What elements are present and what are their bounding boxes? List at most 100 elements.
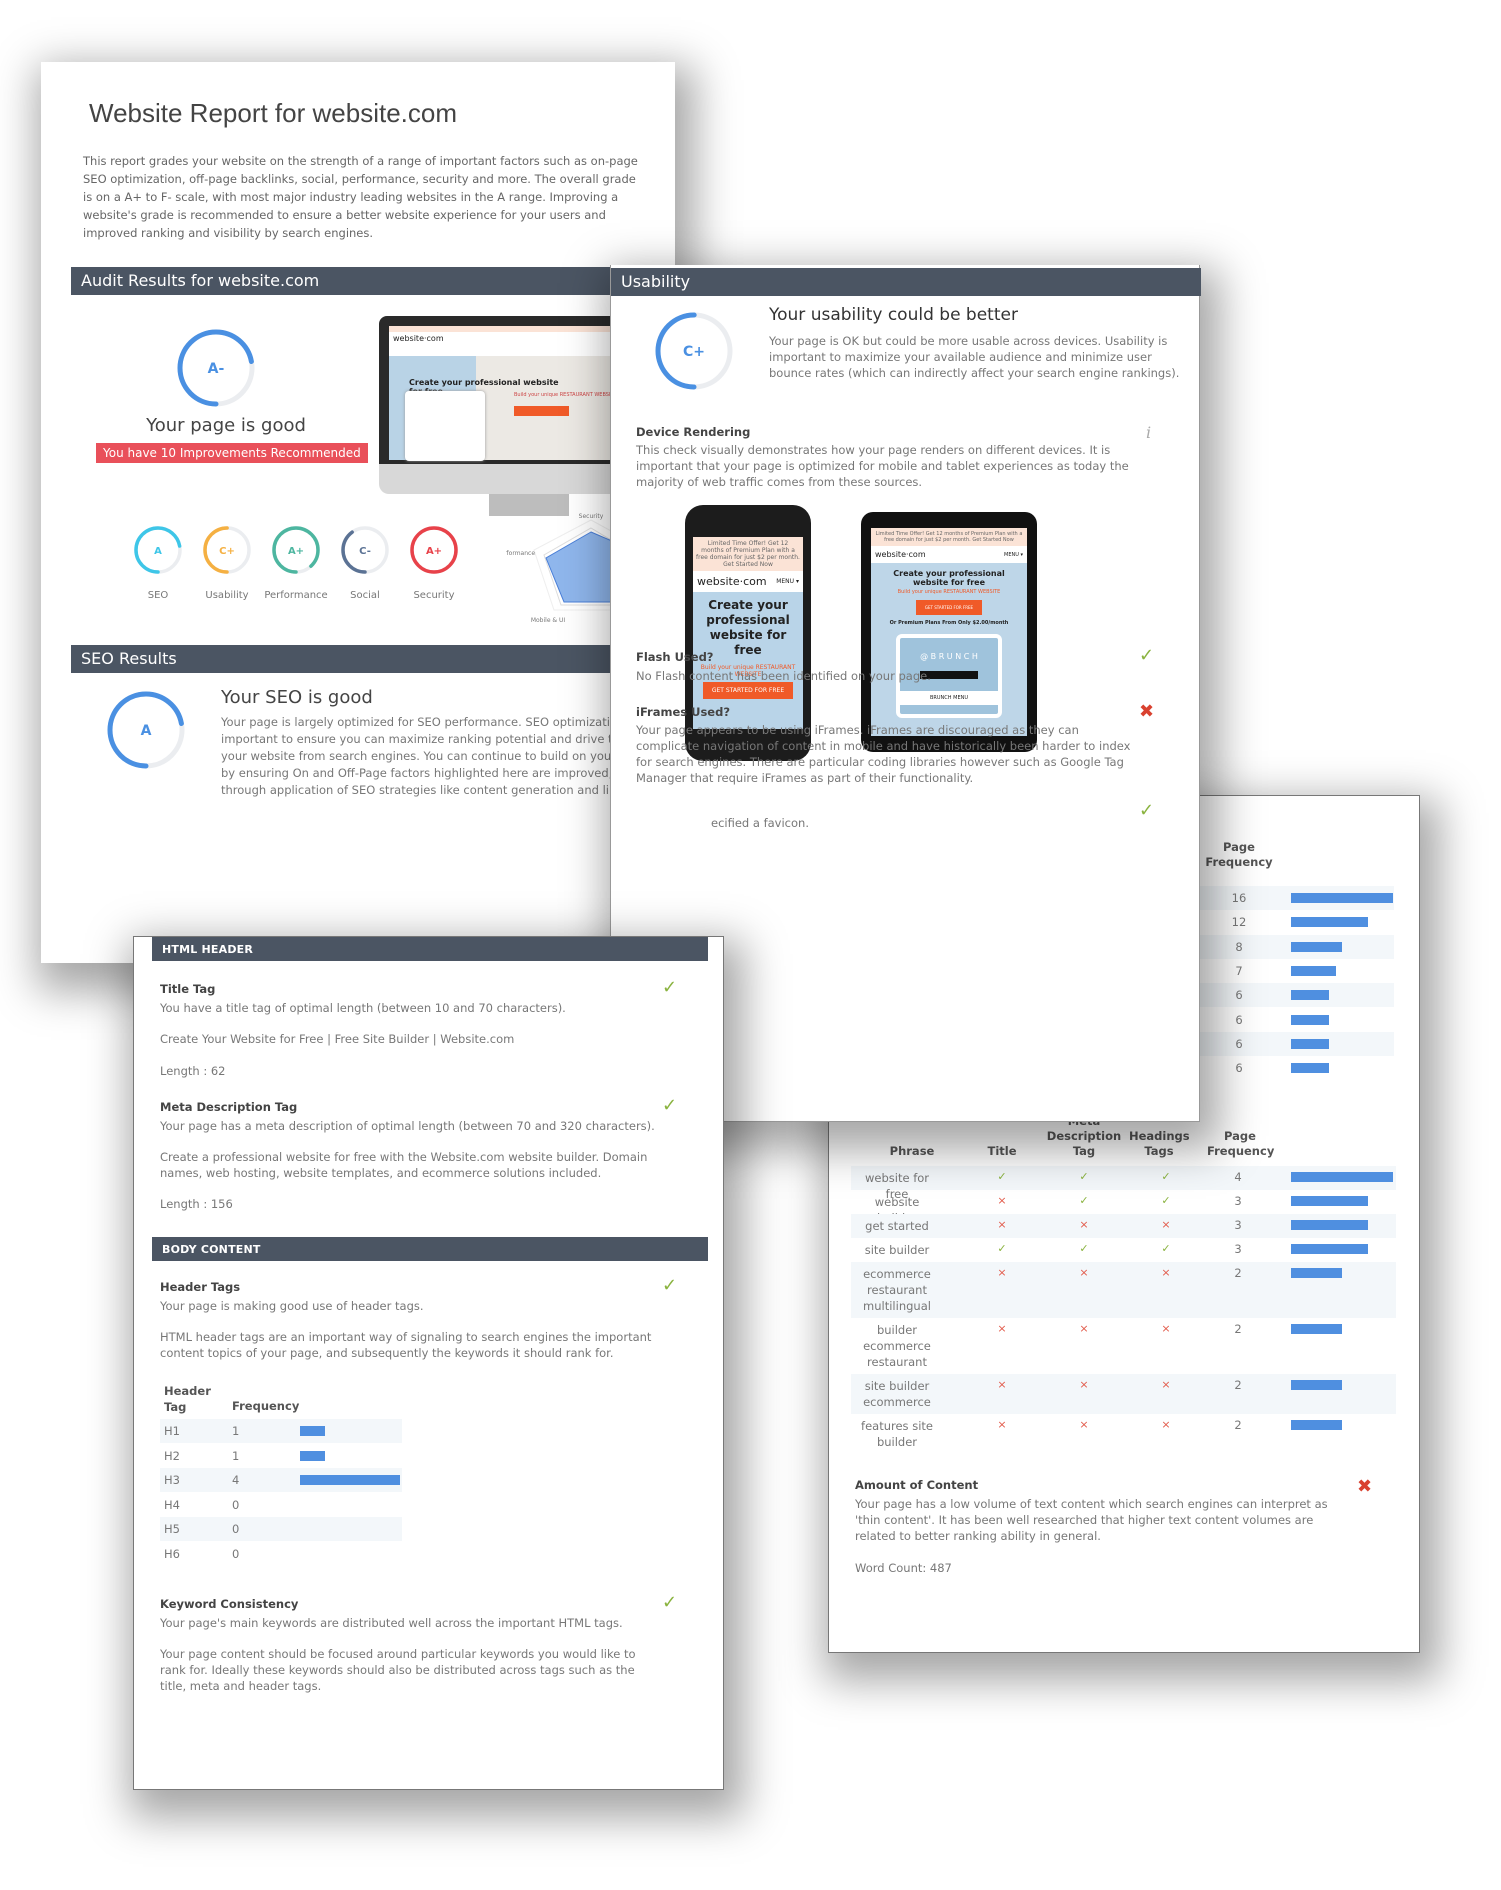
- radar-label-performance: Performance: [506, 550, 535, 557]
- title-cross-icon: ×: [997, 1218, 1007, 1231]
- category-grade-usability[interactable]: C+ Usability: [192, 524, 262, 601]
- radar-label-mobile: Mobile & UI: [531, 617, 566, 624]
- grade-ring: A: [134, 526, 182, 574]
- col-frequency: Frequency: [232, 1399, 300, 1413]
- phone-screen: Limited Time Offer! Get 12 months of Pre…: [693, 537, 803, 729]
- headings-check-icon: ✓: [1161, 1194, 1171, 1207]
- overall-status: Your page is good: [146, 415, 306, 436]
- iframes-title: iFrames Used?: [636, 705, 731, 719]
- title-tag-title: Title Tag: [160, 982, 216, 996]
- category-grade-security[interactable]: A+ Security: [399, 524, 469, 601]
- col-title: Title: [987, 1144, 1017, 1158]
- header-tag-bar: [300, 1475, 400, 1485]
- frequency-bar: [1291, 965, 1336, 976]
- usability-grade: C+: [683, 344, 705, 360]
- meta-value: Create a professional website for free w…: [160, 1150, 648, 1180]
- frequency-value: 6: [1235, 988, 1243, 1003]
- tablet-headline: Create your professional website for fre…: [893, 569, 1005, 587]
- title-tag-length: Length : 62: [160, 1064, 226, 1078]
- grade-label: Usability: [205, 590, 249, 601]
- frequency-value: 16: [1231, 891, 1247, 905]
- check-icon: ✓: [662, 1095, 678, 1116]
- cross-icon: ✖: [1357, 1476, 1373, 1497]
- frequency-bar: [1291, 1063, 1330, 1074]
- phrase-frequency: 3: [1234, 1218, 1242, 1232]
- phrase-frequency: 2: [1234, 1378, 1242, 1392]
- header-tag-bar: [300, 1450, 325, 1461]
- title-cross-icon: ×: [997, 1266, 1007, 1279]
- phrase-frequency-bar: [1291, 1220, 1368, 1230]
- phrase: site builder ecommerce: [863, 1379, 931, 1409]
- meta-cross-icon: ×: [1079, 1266, 1089, 1279]
- seo-title: Your SEO is good: [221, 687, 373, 708]
- meta-cross-icon: ×: [1079, 1218, 1089, 1231]
- header-tag-row: H5 0: [160, 1517, 402, 1541]
- category-grade-performance[interactable]: A+ Performance: [261, 524, 331, 601]
- col-header-tag: Header Tag: [164, 1384, 211, 1414]
- col-headings: Headings Tags: [1129, 1129, 1190, 1158]
- usability-header: Usability: [611, 268, 1201, 296]
- usability-grade-ring: C+: [655, 312, 733, 390]
- frequency-bar: [1291, 990, 1330, 1001]
- cross-icon: ✖: [1139, 701, 1155, 722]
- keyword-consistency-title: Keyword Consistency: [160, 1597, 299, 1611]
- phrase-frequency-bar: [1291, 1268, 1342, 1278]
- html-header-page: HTML HEADER Title Tag ✓ You have a title…: [133, 936, 724, 1790]
- flash-text: No Flash content has been identified on …: [636, 669, 931, 683]
- header-tag: H1: [164, 1424, 180, 1438]
- grade-value: C-: [359, 546, 371, 557]
- phrase-frequency-bar: [1291, 1196, 1368, 1206]
- frequency-value: 8: [1235, 939, 1243, 954]
- meta-cross-icon: ×: [1079, 1378, 1089, 1391]
- tablet-cta: GET STARTED FOR FREE: [916, 600, 982, 615]
- report-page: Website Report for website.com This repo…: [41, 62, 771, 963]
- info-icon[interactable]: i: [1146, 423, 1151, 442]
- frequency-value: 7: [1235, 963, 1243, 978]
- header-tag-frequency: 1: [232, 1424, 240, 1438]
- header-tags-title: Header Tags: [160, 1280, 241, 1294]
- category-grade-social[interactable]: C- Social: [330, 524, 400, 601]
- header-tag-frequency: 0: [232, 1546, 240, 1561]
- keyword-consistency-detail: Your page content should be focused arou…: [160, 1647, 636, 1693]
- meta-cross-icon: ×: [1079, 1322, 1089, 1335]
- keyword-row: features site builder × × × 2: [851, 1414, 1396, 1454]
- header-tag: H2: [164, 1448, 180, 1463]
- header-tag-row: H6 0: [160, 1542, 402, 1566]
- headings-cross-icon: ×: [1161, 1378, 1171, 1391]
- frequency-bar: [1291, 1014, 1330, 1025]
- improvements-badge[interactable]: You have 10 Improvements Recommended: [96, 443, 368, 463]
- seo-grade-ring: A: [107, 691, 185, 769]
- phrase-frequency-bar: [1291, 1172, 1393, 1182]
- title-cross-icon: ×: [997, 1194, 1007, 1207]
- headings-cross-icon: ×: [1161, 1418, 1171, 1431]
- radar-label-security: Security: [579, 513, 604, 520]
- grade-ring: A+: [272, 526, 320, 574]
- title-tag-text: You have a title tag of optimal length (…: [160, 1001, 566, 1015]
- usability-text: Your page is OK but could be more usable…: [769, 334, 1180, 380]
- headings-cross-icon: ×: [1161, 1322, 1171, 1335]
- phrase: builder ecommerce restaurant: [863, 1323, 931, 1369]
- title-check-icon: ✓: [997, 1242, 1007, 1255]
- grade-value: A+: [426, 546, 442, 557]
- keyword-row: site builder ✓ ✓ ✓ 3: [851, 1238, 1396, 1262]
- header-tag-row: H4 0: [160, 1493, 402, 1517]
- overall-grade: A-: [208, 361, 225, 377]
- meta-check-icon: ✓: [1079, 1242, 1089, 1255]
- phone-ad: Limited Time Offer! Get 12 months of Pre…: [693, 537, 803, 571]
- phrase-frequency-bar: [1291, 1244, 1368, 1254]
- header-tag-row: H1 1: [160, 1419, 402, 1443]
- headings-check-icon: ✓: [1161, 1242, 1171, 1255]
- header-tag-frequency: 0: [232, 1522, 240, 1536]
- phrase-frequency-bar: [1291, 1324, 1342, 1334]
- phrase-frequency: 2: [1234, 1418, 1242, 1432]
- header-tag: H4: [164, 1497, 180, 1512]
- meta-check-icon: ✓: [1079, 1194, 1089, 1207]
- amount-content-text: Your page has a low volume of text conte…: [855, 1497, 1328, 1543]
- keyword-row: get started × × × 3: [851, 1214, 1396, 1238]
- usability-title: Your usability could be better: [769, 305, 1018, 325]
- keyword-row: website builder×✓✓3: [851, 1190, 1396, 1225]
- title-check-icon: ✓: [997, 1170, 1007, 1183]
- category-grade-seo[interactable]: A SEO: [123, 524, 193, 601]
- col-phrase: Phrase: [889, 1144, 935, 1158]
- frequency-value: 12: [1231, 915, 1247, 930]
